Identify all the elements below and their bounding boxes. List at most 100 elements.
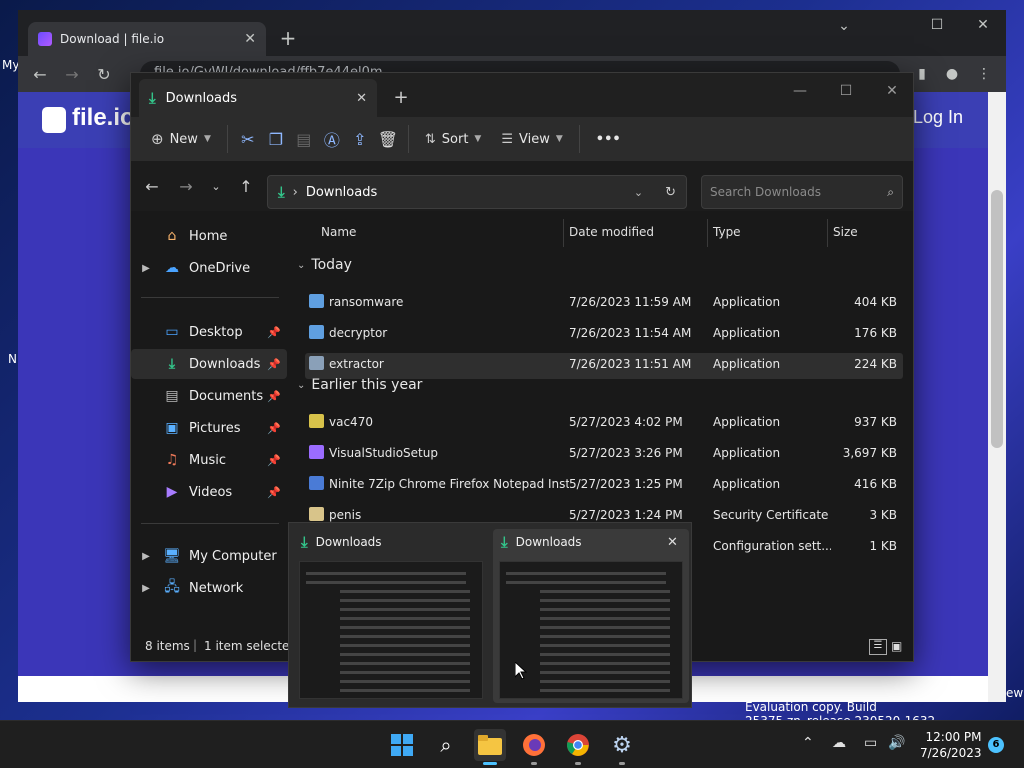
rename-icon[interactable]: Ⓐ [318,123,346,155]
recent-locations-chevron-icon[interactable]: ⌄ [201,173,231,199]
chevron-right-icon[interactable]: ▶ [131,583,161,594]
close-thumbnail-icon[interactable]: ✕ [667,535,678,550]
breadcrumb[interactable]: Downloads [306,185,626,200]
new-tab-button[interactable]: + [389,85,413,109]
forward-arrow-icon[interactable]: → [62,64,82,84]
explorer-tab[interactable]: ⤓ Downloads ✕ [139,79,377,117]
path-box[interactable]: ⤓ › Downloads ⌄ ↻ [267,175,687,209]
sidebar-item-pictures[interactable]: ▣ Pictures 📌 [131,413,287,443]
view-button[interactable]: ☰ View ▼ [491,123,572,155]
chevron-right-icon[interactable]: ▶ [131,263,161,274]
new-button[interactable]: ⊕ New ▼ [141,123,221,155]
column-header-type[interactable]: Type [713,225,741,239]
divider[interactable] [827,219,828,247]
volume-icon[interactable]: 🔊 [888,735,905,751]
firefox-icon[interactable] [518,729,550,765]
system-clock[interactable]: 12:00 PM 7/26/2023 [920,729,982,761]
chevron-down-icon: ▼ [474,134,482,144]
search-icon[interactable]: ⌕ [430,729,462,761]
cut-icon[interactable]: ✂ [234,123,262,155]
chevron-right-icon[interactable]: ▶ [131,551,161,562]
forward-arrow-icon[interactable]: → [171,173,201,199]
profile-icon[interactable]: ● [942,64,962,84]
more-options-button[interactable]: ••• [586,123,631,155]
desktop-icon-label: My [2,58,20,72]
preview-line [506,572,666,575]
file-size: 224 KB [854,357,897,371]
close-tab-icon[interactable]: ✕ [356,91,367,106]
notification-badge[interactable]: 6 [988,737,1004,753]
network-offline-icon[interactable]: ☁ [832,735,846,751]
column-header-name[interactable]: Name [321,225,356,239]
back-arrow-icon[interactable]: ← [30,64,50,84]
search-input[interactable] [710,185,888,199]
explorer-titlebar: ⤓ Downloads ✕ + — ☐ ✕ [131,73,913,117]
network-icon: 🖧 [164,579,180,595]
sidebar-item-my-computer[interactable]: ▶ 🖥 My Computer [131,541,287,571]
sidebar-item-downloads[interactable]: ⤓ Downloads 📌 [131,349,287,379]
table-row[interactable]: ransomware 7/26/2023 11:59 AM Application 4… [305,289,903,315]
chrome-icon[interactable] [562,729,594,765]
pin-icon: 📌 [267,389,281,403]
table-row[interactable]: extractor 7/26/2023 11:51 AM Application 22… [305,351,903,377]
page-scrollbar[interactable] [988,92,1006,702]
display-icon[interactable]: ▭ [864,735,877,751]
share-icon[interactable]: ⇪ [346,123,374,155]
fileio-favicon-icon [38,32,52,46]
column-header-date[interactable]: Date modified [569,225,654,239]
sidebar-item-home[interactable]: ⌂ Home [131,221,287,251]
table-row[interactable]: decryptor 7/26/2023 11:54 AM Application 17… [305,320,903,346]
tab-search-icon[interactable]: ⌄ [834,16,854,36]
login-link[interactable]: Log In [913,107,963,128]
group-header-earlier[interactable]: ⌄ Earlier this year [297,377,422,393]
sidebar-item-documents[interactable]: ▤ Documents 📌 [131,381,287,411]
preview-line [540,608,670,611]
table-row[interactable]: vac470 5/27/2023 4:02 PM Application 937 KB [305,409,903,435]
scroll-thumb[interactable] [991,190,1003,448]
details-view-icon[interactable]: ☰ [869,639,887,655]
copy-icon[interactable]: ❐ [262,123,290,155]
thumbnail-window-1[interactable]: ⤓ Downloads [293,529,489,703]
file-explorer-icon[interactable] [474,729,506,765]
close-window-icon[interactable]: ✕ [968,14,998,36]
sidebar-item-network[interactable]: ▶ 🖧 Network [131,573,287,603]
sidebar-item-videos[interactable]: ▶ Videos 📌 [131,477,287,507]
column-header-size[interactable]: Size [833,225,858,239]
start-windows-icon[interactable] [386,729,418,761]
maximize-icon[interactable]: ☐ [823,77,869,105]
maximize-icon[interactable]: ☐ [922,14,952,36]
tiles-view-icon[interactable]: ▣ [891,639,907,655]
sidebar-item-label: My Computer [189,548,277,564]
paste-icon[interactable]: ▤ [290,123,318,155]
close-window-icon[interactable]: ✕ [869,77,915,105]
sidebar-item-onedrive[interactable]: ▶ ☁ OneDrive [131,253,287,283]
fileio-logo-text[interactable]: file.io [72,104,135,132]
refresh-icon[interactable]: ↻ [665,185,676,200]
new-tab-button[interactable]: + [276,26,300,50]
divider[interactable] [563,219,564,247]
preview-line [540,671,670,674]
side-panel-icon[interactable]: ▮ [912,64,932,84]
back-arrow-icon[interactable]: ← [137,173,167,199]
sidebar-item-desktop[interactable]: ▭ Desktop 📌 [131,317,287,347]
menu-icon[interactable]: ⋮ [974,64,994,84]
close-tab-icon[interactable]: ✕ [244,31,256,47]
file-date: 5/27/2023 4:02 PM [569,415,683,429]
table-row[interactable]: Ninite 7Zip Chrome Firefox Notepad Inst.… [305,471,903,497]
chevron-down-icon[interactable]: ⌄ [634,186,643,199]
table-row[interactable]: VisualStudioSetup 5/27/2023 3:26 PM Applic… [305,440,903,466]
search-box[interactable]: ⌕ [701,175,903,209]
chrome-tab[interactable]: Download | file.io ✕ [28,22,266,56]
sort-button[interactable]: ⇅ Sort ▼ [415,123,491,155]
chevron-up-icon[interactable]: ⌃ [802,735,814,751]
divider[interactable] [707,219,708,247]
file-size: 1 KB [869,539,897,553]
reload-icon[interactable]: ↻ [94,64,114,84]
up-arrow-icon[interactable]: ↑ [231,173,261,199]
sidebar-item-music[interactable]: ♫ Music 📌 [131,445,287,475]
delete-icon[interactable]: 🗑 [374,123,402,155]
settings-gear-icon[interactable]: ⚙ [606,729,638,765]
minimize-icon[interactable]: — [777,77,823,105]
file-date: 5/27/2023 1:25 PM [569,477,683,491]
group-header-today[interactable]: ⌄ Today [297,257,352,273]
